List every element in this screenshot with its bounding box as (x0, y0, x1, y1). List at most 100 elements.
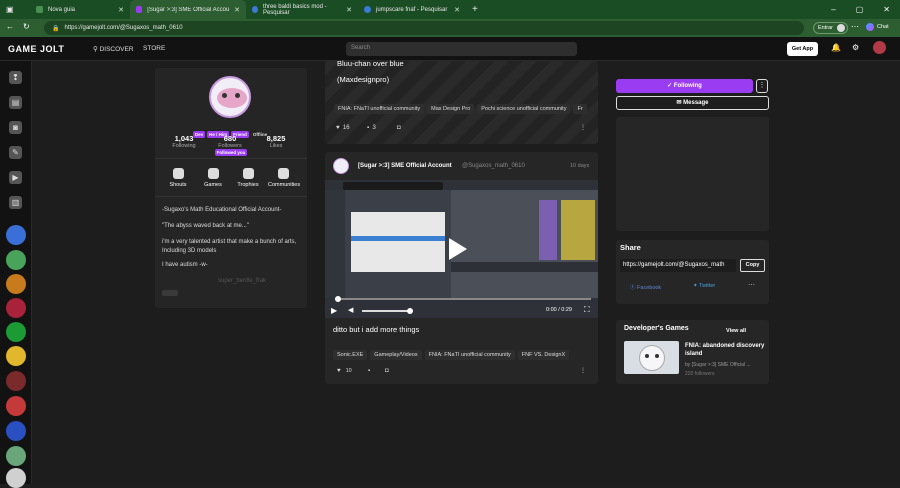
feature-label: Communities (268, 182, 301, 188)
community-tag[interactable]: FNIA: FNaTI unofficial community (334, 104, 425, 114)
community-avatar[interactable] (6, 371, 26, 391)
store-icon[interactable]: ▤ (9, 96, 22, 109)
tab-gamejolt[interactable]: [Sugar >:3] SME Official Account (@... ✕ (130, 0, 246, 19)
tab-actions[interactable]: ▣ (0, 0, 30, 19)
browser-tab-strip: ▣ Nova guia ✕ [Sugar >:3] SME Official A… (0, 0, 900, 19)
community-avatar[interactable] (6, 446, 26, 466)
view-all-link[interactable]: View all (726, 328, 746, 334)
fullscreen-icon[interactable]: ⛶ (584, 305, 590, 315)
feature-communities[interactable]: Communities (268, 168, 301, 188)
play-icon[interactable]: ▶ (331, 306, 337, 315)
volume-handle[interactable] (407, 308, 413, 314)
community-avatar[interactable] (6, 298, 26, 318)
user-avatar[interactable] (873, 41, 886, 54)
community-avatar[interactable] (6, 225, 26, 245)
stat-likes[interactable]: 8,825 Likes (256, 134, 296, 149)
community-avatar[interactable] (6, 322, 26, 342)
community-tag[interactable]: FNIA: FNaTI unofficial community (424, 350, 515, 360)
community-tag[interactable]: Max Design Pro (427, 104, 475, 114)
community-avatar[interactable] (6, 396, 26, 416)
comment-button[interactable]: ▪ (368, 368, 370, 374)
like-button[interactable]: ♥ 16 (336, 125, 350, 131)
chat-button[interactable]: Chat (866, 23, 889, 31)
expand-bio-button[interactable] (162, 290, 178, 296)
feature-trophies[interactable]: Trophies (233, 168, 263, 188)
close-icon[interactable]: ✕ (234, 6, 240, 14)
close-icon[interactable]: ✕ (346, 6, 352, 14)
shortcut-icon[interactable]: ❢ (9, 71, 22, 84)
share-panel: Share https://gamejolt.com/@Sugaxos_math… (616, 240, 769, 304)
minimize-icon[interactable]: – (831, 0, 835, 19)
feature-games[interactable]: Games (198, 168, 228, 188)
tab-search-baldi[interactable]: three baldi basics mod - Pesquisar ✕ (246, 0, 358, 19)
library-icon[interactable]: ▥ (9, 196, 22, 209)
signin-button[interactable]: Entrar (813, 22, 848, 34)
stat-following[interactable]: 1,043 Following (164, 134, 204, 149)
url-field[interactable]: 🔒 https://gamejolt.com/@Sugaxos_math_061… (44, 21, 804, 35)
close-icon[interactable]: ✕ (118, 6, 124, 14)
post-handle[interactable]: @Sugaxos_math_0610 (462, 163, 525, 169)
volume-icon[interactable]: ◀ (348, 306, 353, 314)
community-tag[interactable]: Gameplay/Videos (370, 350, 422, 360)
search-input[interactable]: Search (346, 42, 577, 56)
comment-button[interactable]: ▪ 3 (367, 125, 376, 131)
facebook-share[interactable]: ⓕ Facebook (630, 283, 661, 291)
sticker-button[interactable]: ◘ (397, 125, 401, 131)
volume-slider[interactable] (362, 310, 410, 312)
community-tag[interactable]: FNF VS. DesignX (517, 350, 570, 360)
get-app-button[interactable]: Get App (787, 42, 818, 56)
play-icon[interactable] (449, 238, 467, 260)
bag-icon[interactable]: ◙ (9, 121, 22, 134)
game-title[interactable]: FNIA: abandoned discovery island (685, 342, 765, 358)
more-options-button[interactable]: ⋮ (756, 79, 768, 93)
refresh-icon[interactable]: ↻ (23, 22, 30, 31)
tab-search-fnaf[interactable]: jumpscare fnaf - Pesquisar ✕ (358, 0, 466, 19)
progress-handle[interactable] (335, 296, 341, 302)
tab-new[interactable]: Nova guia ✕ (30, 0, 130, 19)
discover-link[interactable]: ⚲ DISCOVER (93, 45, 134, 53)
message-button[interactable]: ✉ Message (616, 96, 769, 110)
community-tag[interactable]: Fr (573, 104, 587, 114)
profile-card (155, 68, 307, 308)
community-avatar[interactable] (6, 274, 26, 294)
following-button[interactable]: ✓ Following (616, 79, 753, 93)
paint-icon[interactable]: ✎ (9, 146, 22, 159)
community-avatar[interactable] (6, 468, 26, 488)
back-icon[interactable]: ← (6, 22, 14, 31)
new-tab-button[interactable]: + (466, 0, 484, 19)
video-icon[interactable]: ▶ (9, 171, 22, 184)
stat-followers[interactable]: 680 Followers (210, 134, 250, 149)
community-avatar[interactable] (6, 346, 26, 366)
store-link[interactable]: STORE (143, 45, 165, 52)
twitter-share[interactable]: ✦ Twitter (693, 283, 715, 289)
close-window-icon[interactable]: ✕ (883, 0, 890, 19)
copy-button[interactable]: Copy (740, 259, 765, 272)
bell-icon[interactable]: 🔔 (831, 43, 841, 52)
share-url-field[interactable]: https://gamejolt.com/@Sugaxos_math (620, 259, 736, 272)
sticker-button[interactable]: ◘ (385, 368, 389, 374)
community-tag[interactable]: Sonic.EXE (333, 350, 368, 360)
game-thumbnail[interactable] (624, 341, 679, 374)
gamejolt-logo[interactable]: GAME JOLT (8, 44, 64, 54)
post-options-button[interactable]: ⋮ (580, 124, 586, 131)
close-icon[interactable]: ✕ (454, 6, 460, 14)
post-time: 10 days (570, 163, 590, 169)
sticker-icon: ◘ (397, 125, 401, 131)
share-more[interactable]: ⋯ (748, 281, 755, 289)
like-count: 10 (345, 368, 352, 374)
community-avatar[interactable] (6, 250, 26, 270)
url-text: https://gamejolt.com/@Sugaxos_math_0610 (64, 25, 183, 31)
share-title: Share (620, 243, 641, 252)
like-button[interactable]: ♥ 10 (337, 368, 352, 374)
feature-shouts[interactable]: Shouts (163, 168, 193, 188)
post-author[interactable]: [Sugar >:3] SME Official Account (358, 163, 452, 169)
maximize-icon[interactable]: ▢ (856, 0, 864, 19)
video-controls: ▶ ◀ 0:00 / 0:29 ⛶ (325, 296, 598, 318)
community-avatar[interactable] (6, 421, 26, 441)
post-options-button[interactable]: ⋮ (580, 367, 586, 374)
community-tag[interactable]: Pochi science unofficial community (477, 104, 571, 114)
activity-icon[interactable]: ⚙ (852, 43, 859, 52)
post-author-avatar[interactable] (333, 158, 349, 174)
more-icon[interactable]: ⋯ (851, 22, 859, 31)
video-progress[interactable] (335, 298, 591, 300)
